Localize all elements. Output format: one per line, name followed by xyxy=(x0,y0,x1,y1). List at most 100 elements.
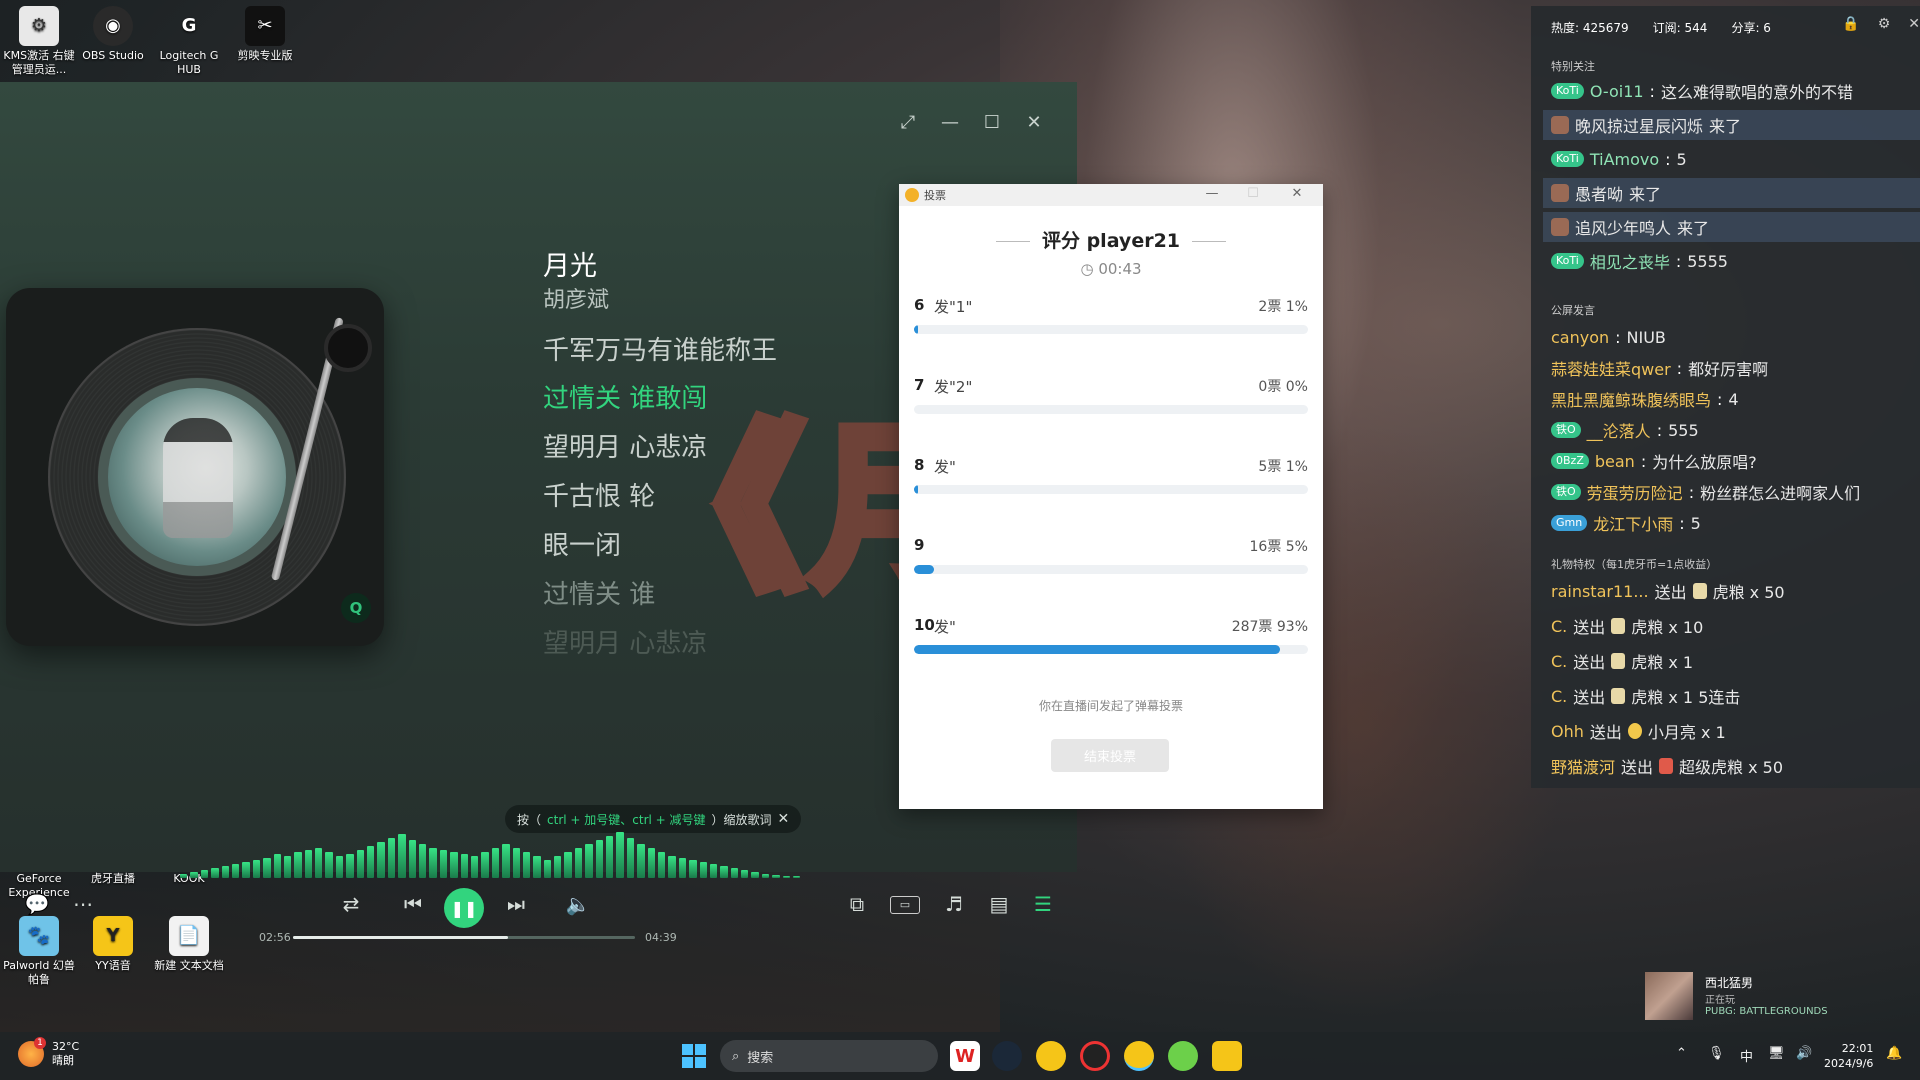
username[interactable]: C. xyxy=(1551,652,1567,671)
pause-button[interactable]: ❚❚ xyxy=(444,888,484,928)
settings-icon[interactable]: ⚙ xyxy=(1878,16,1891,32)
option-number: 6 xyxy=(914,296,925,314)
public-message[interactable]: 0BzZ bean: 为什么放原唱? xyxy=(1543,446,1920,476)
desktop-icon-kms[interactable]: ⚙ KMS激活 右键管理员运... xyxy=(0,6,78,77)
system-clock[interactable]: 22:01 2024/9/6 xyxy=(1824,1041,1873,1071)
gift-message[interactable]: 野猫渡河 送出 超级虎粮 x 50 xyxy=(1543,751,1920,781)
gear-icon: ⚙ xyxy=(19,6,59,46)
special-message[interactable]: 追风少年鸣人 来了 xyxy=(1543,212,1920,242)
visualizer-bar xyxy=(304,850,313,878)
public-message[interactable]: 黑肚黑魔鲸珠腹绣眼鸟:4 xyxy=(1543,384,1920,414)
lock-icon[interactable]: 🔒 xyxy=(1842,16,1859,32)
username[interactable]: __沦落人 xyxy=(1587,418,1651,442)
option-label: 发" xyxy=(934,618,956,636)
username[interactable]: bean xyxy=(1595,452,1635,471)
public-message[interactable]: canyon: NIUB xyxy=(1543,322,1920,352)
special-message[interactable]: 晚风掠过星辰闪烁 来了 xyxy=(1543,110,1920,140)
qq-music-taskbar-icon[interactable] xyxy=(1168,1041,1198,1071)
previous-icon[interactable]: ⏮ xyxy=(398,892,428,916)
wps-icon[interactable]: W xyxy=(950,1041,980,1071)
public-message[interactable]: 铁O 劳蛋劳历险记: 粉丝群怎么进啊家人们 xyxy=(1543,477,1920,507)
username[interactable]: canyon xyxy=(1551,328,1609,347)
microphone-icon[interactable]: 🎙 xyxy=(1708,1046,1725,1061)
more-icon[interactable]: ⋯ xyxy=(68,892,98,916)
visualizer-bar xyxy=(793,876,801,878)
visualizer-bar xyxy=(689,860,697,878)
input-lang[interactable]: 中 xyxy=(1740,1046,1753,1065)
weather-widget[interactable]: 1 32°C 晴朗 xyxy=(18,1037,79,1068)
mini-mode-icon[interactable]: ⤢ xyxy=(893,112,923,133)
album-cover[interactable] xyxy=(108,388,286,566)
username[interactable]: 蒜蓉娃娃菜qwer xyxy=(1551,356,1671,380)
windows-start-icon[interactable] xyxy=(682,1044,706,1068)
username[interactable]: 野猫渡河 xyxy=(1551,754,1615,778)
desktop-icon-logitech[interactable]: G Logitech G HUB xyxy=(150,6,228,77)
special-message[interactable]: KoTi 相见之丧毕:5555 xyxy=(1543,246,1920,276)
gift-message[interactable]: C. 送出 虎粮 x 1 5连击 xyxy=(1543,681,1920,711)
huya-icon[interactable] xyxy=(1036,1041,1066,1071)
username[interactable]: rainstar11... xyxy=(1551,582,1649,601)
username[interactable]: C. xyxy=(1551,617,1567,636)
tray-chevron-icon[interactable]: ⌃ xyxy=(1676,1046,1687,1061)
username[interactable]: 龙江下小雨 xyxy=(1593,511,1673,535)
taskbar-search[interactable]: ⌕ 搜索 xyxy=(720,1040,938,1072)
steam-icon[interactable] xyxy=(992,1041,1022,1071)
minimize-button[interactable]: — xyxy=(935,112,965,133)
streamer-card[interactable]: 西北猛男 正在玩 PUBG: BATTLEGROUNDS xyxy=(1645,972,1885,1022)
desktop-icon-obs[interactable]: ◉ OBS Studio xyxy=(74,6,152,63)
vote-close-button[interactable]: ✕ xyxy=(1284,186,1310,201)
capcut-icon: ✂ xyxy=(245,6,285,46)
username[interactable]: 晚风掠过星辰闪烁 xyxy=(1575,113,1703,137)
huya-live-icon[interactable] xyxy=(1124,1041,1154,1071)
visualizer-bar xyxy=(533,856,541,878)
special-message[interactable]: KoTi O-oi11: 这么难得歌唱的意外的不错 xyxy=(1543,76,1920,106)
gift-verb: 送出 xyxy=(1589,723,1622,742)
special-message[interactable]: KoTi TiAmovo:5 xyxy=(1543,144,1920,174)
username[interactable]: O-oi11 xyxy=(1590,82,1644,101)
maximize-button[interactable]: ☐ xyxy=(977,112,1007,133)
username[interactable]: 相见之丧毕 xyxy=(1590,249,1670,273)
gift-message[interactable]: C. 送出 虎粮 x 1 xyxy=(1543,646,1920,676)
next-icon[interactable]: ⏭ xyxy=(501,892,531,916)
network-icon[interactable]: 🖥 xyxy=(1768,1046,1785,1061)
speaker-icon[interactable]: 🔊 xyxy=(1796,1046,1812,1061)
song-artist[interactable]: 胡彦斌 xyxy=(543,282,609,314)
lyrics-icon[interactable]: ▤ xyxy=(984,892,1014,916)
visualizer-bar xyxy=(180,874,188,878)
gift-icon xyxy=(1611,688,1626,704)
yy-taskbar-icon[interactable] xyxy=(1212,1041,1242,1071)
username[interactable]: C. xyxy=(1551,687,1567,706)
username[interactable]: 追风少年鸣人 xyxy=(1575,215,1671,239)
visualizer-bar xyxy=(543,860,552,878)
gift-message[interactable]: rainstar11... 送出 虎粮 x 50 xyxy=(1543,576,1920,606)
desktop-icon-capcut[interactable]: ✂ 剪映专业版 xyxy=(226,6,304,63)
close-panel-icon[interactable]: ✕ xyxy=(1908,16,1920,32)
special-message[interactable]: 愚者呦 来了 xyxy=(1543,178,1920,208)
username[interactable]: Ohh xyxy=(1551,722,1584,741)
public-message[interactable]: 蒜蓉娃娃菜qwer: 都好厉害啊 xyxy=(1543,353,1920,383)
progress-slider[interactable] xyxy=(293,936,635,939)
copy-icon[interactable]: ⧉ xyxy=(842,892,872,916)
username[interactable]: 劳蛋劳历险记 xyxy=(1587,480,1683,504)
username[interactable]: 愚者呦 xyxy=(1575,181,1623,205)
end-vote-button[interactable]: 结束投票 xyxy=(1051,739,1169,772)
vote-maximize-button[interactable]: ☐ xyxy=(1240,186,1266,201)
visualizer-bar xyxy=(242,862,250,878)
vote-minimize-button[interactable]: — xyxy=(1199,186,1225,201)
username[interactable]: 黑肚黑魔鲸珠腹绣眼鸟 xyxy=(1551,387,1711,411)
quality-icon[interactable]: ▭ xyxy=(890,896,920,914)
notifications-icon[interactable]: 🔔 xyxy=(1886,1046,1902,1061)
close-button[interactable]: ✕ xyxy=(1019,112,1049,133)
comment-icon[interactable]: 💬 xyxy=(22,892,52,916)
volume-icon[interactable]: 🔈 xyxy=(563,892,593,916)
gift-message[interactable]: Ohh 送出 小月亮 x 1 xyxy=(1543,716,1920,746)
gift-message[interactable]: C. 送出 虎粮 x 10 xyxy=(1543,611,1920,641)
playlist-icon[interactable]: ☰ xyxy=(1028,892,1058,916)
public-message[interactable]: Gmn 龙江下小雨:5 xyxy=(1543,508,1920,538)
sound-effect-icon[interactable]: ♬ xyxy=(939,892,969,916)
obs-taskbar-icon[interactable] xyxy=(1080,1041,1110,1071)
public-message[interactable]: 铁O __沦落人:555 xyxy=(1543,415,1920,445)
tonearm-base xyxy=(324,324,372,372)
username[interactable]: TiAmovo xyxy=(1590,150,1659,169)
shuffle-icon[interactable]: ⇄ xyxy=(336,892,366,916)
